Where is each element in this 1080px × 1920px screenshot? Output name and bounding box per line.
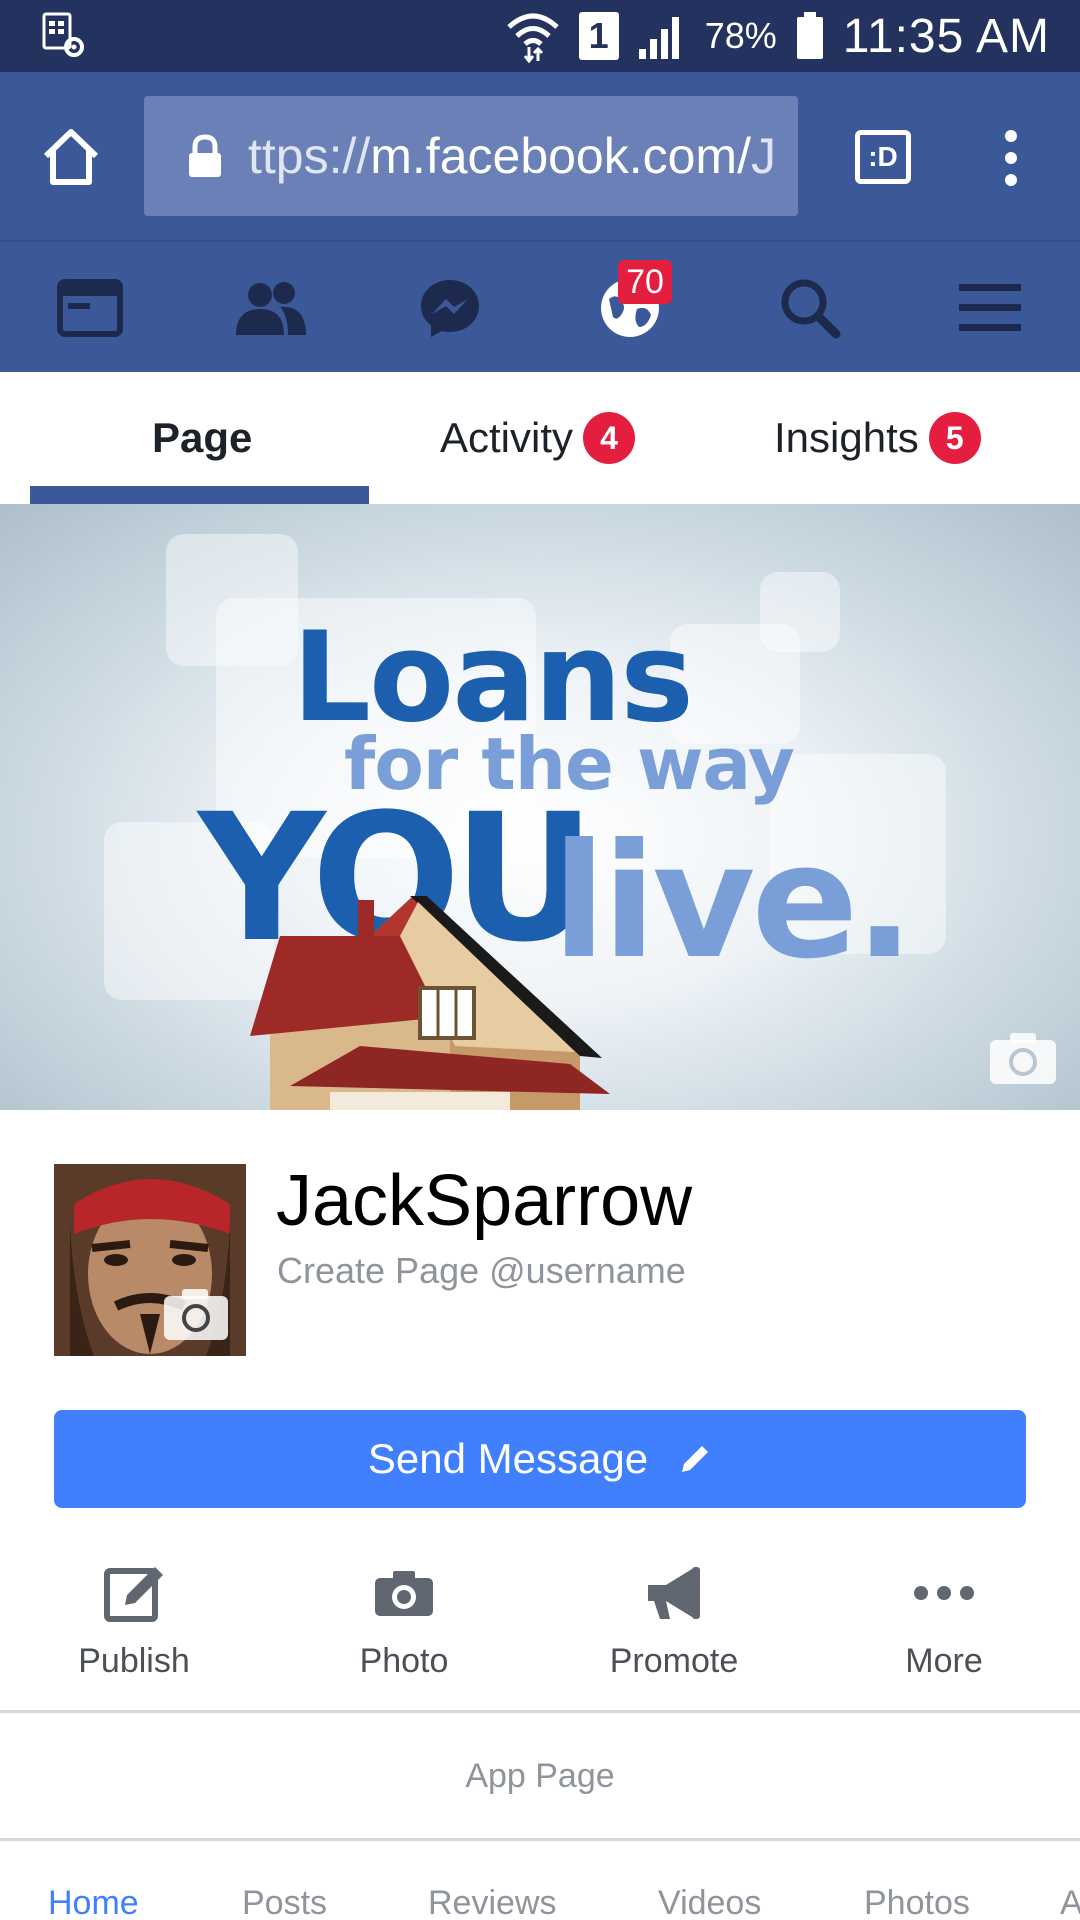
signal-icon [638, 17, 679, 59]
publish-label: Publish [78, 1642, 190, 1680]
insights-count-badge: 5 [928, 412, 981, 464]
lock-icon [189, 134, 221, 177]
url-text: ttps://m.facebook.com/J [248, 127, 776, 185]
sim-settings-icon [42, 12, 84, 57]
change-cover-camera-icon[interactable] [988, 1030, 1058, 1086]
profile-picture[interactable] [54, 1164, 246, 1356]
sim-slot-icon: 1 [578, 12, 619, 60]
active-tab-indicator [30, 486, 369, 504]
subtab-photos[interactable]: Photos [864, 1884, 970, 1920]
tab-switcher-button[interactable]: :D [855, 130, 911, 184]
tab-page-label: Page [152, 414, 253, 461]
nav-menu[interactable] [950, 272, 1030, 344]
url-host: m.facebook.com/ [370, 128, 751, 184]
more-label: More [905, 1642, 983, 1680]
cover-decor-square [760, 572, 840, 652]
overflow-menu-icon[interactable] [996, 128, 1026, 188]
wifi-icon [506, 13, 559, 63]
page-tabs: Page Activity 4 Insights 5 [0, 372, 1080, 504]
browser-toolbar: ttps://m.facebook.com/J :D [0, 72, 1080, 240]
subtab-home[interactable]: Home [48, 1884, 139, 1920]
camera-icon [369, 1560, 439, 1626]
more-button[interactable]: More [844, 1560, 1044, 1681]
hamburger-menu-icon [959, 284, 1021, 331]
section-divider [0, 1710, 1080, 1713]
sim-slot-number: 1 [588, 15, 609, 56]
publish-button[interactable]: Publish [34, 1560, 234, 1681]
tab-page[interactable]: Page [152, 372, 252, 504]
page-category: App Page [465, 1756, 615, 1795]
tab-insights[interactable]: Insights 5 [774, 372, 981, 504]
friends-icon [236, 282, 306, 335]
nav-friend-requests[interactable] [230, 272, 310, 344]
publish-icon [99, 1560, 169, 1626]
facebook-nav-bar: 70 [0, 240, 1080, 372]
clock: 11:35 AM [842, 9, 1050, 63]
battery-icon [796, 12, 823, 59]
activity-count-badge: 4 [583, 412, 636, 464]
photo-button[interactable]: Photo [304, 1560, 504, 1681]
subtab-reviews[interactable]: Reviews [428, 1884, 556, 1920]
news-feed-icon [57, 279, 123, 337]
send-message-label: Send Message [367, 1435, 649, 1482]
tab-activity[interactable]: Activity 4 [440, 372, 636, 504]
notifications-count: 70 [626, 262, 664, 301]
messenger-icon [421, 280, 479, 337]
tab-switcher-label: :D [868, 141, 898, 172]
send-message-button[interactable]: Send Message [54, 1410, 1026, 1508]
subtab-videos[interactable]: Videos [658, 1884, 761, 1920]
cover-photo[interactable]: Loans for the way YOU live. [0, 504, 1080, 1110]
promote-button[interactable]: Promote [574, 1560, 774, 1681]
nav-messages[interactable] [410, 272, 490, 344]
search-icon [781, 279, 841, 339]
nav-news-feed[interactable] [50, 272, 130, 344]
change-profile-camera-icon[interactable] [162, 1286, 230, 1342]
more-dots-icon [909, 1560, 979, 1626]
status-bar: 1 78% 11:35 AM [0, 0, 1080, 72]
photo-label: Photo [359, 1642, 449, 1680]
pencil-icon [682, 1446, 709, 1472]
nav-search[interactable] [770, 272, 850, 344]
tab-insights-label: Insights [774, 414, 919, 461]
page-title: JackSparrow [276, 1161, 693, 1241]
notifications-badge: 70 [618, 260, 672, 304]
address-bar[interactable]: ttps://m.facebook.com/J [144, 96, 798, 216]
house-illustration [250, 896, 610, 1110]
subtab-posts[interactable]: Posts [242, 1884, 327, 1920]
subtab-about[interactable]: A [1060, 1884, 1080, 1920]
promote-label: Promote [609, 1642, 739, 1680]
home-icon[interactable] [38, 124, 104, 190]
create-username-link[interactable]: Create Page @username [277, 1250, 686, 1292]
url-path: J [750, 128, 776, 184]
section-divider [0, 1838, 1080, 1841]
url-scheme: ttps:// [248, 128, 371, 184]
tab-activity-label: Activity [440, 414, 574, 461]
megaphone-icon [639, 1560, 709, 1626]
battery-percent: 78% [704, 15, 777, 56]
